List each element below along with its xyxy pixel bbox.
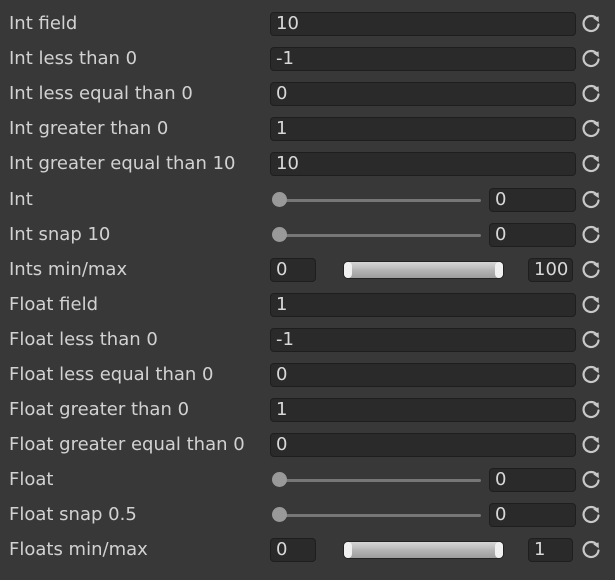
property-row: Int greater than 0 1 [0, 111, 615, 146]
slider-thumb[interactable] [272, 192, 287, 207]
reset-icon-glyph [582, 84, 600, 103]
reset-icon[interactable] [580, 13, 602, 35]
property-label: Float greater equal than 0 [9, 434, 245, 455]
max-value-field[interactable]: 100 [528, 258, 573, 282]
value-field[interactable]: 0 [270, 363, 576, 387]
property-row: Floats min/max 0 1 [0, 532, 615, 567]
reset-icon-glyph [582, 435, 600, 454]
slider-value-field[interactable]: 0 [489, 503, 576, 527]
value-field[interactable]: 1 [270, 117, 576, 141]
property-label: Float field [9, 294, 99, 315]
reset-icon-glyph [582, 154, 600, 173]
property-row: Int greater equal than 10 10 [0, 146, 615, 181]
value-field[interactable]: -1 [270, 328, 576, 352]
slider-track[interactable] [280, 479, 481, 482]
min-value-field[interactable]: 0 [270, 538, 316, 562]
reset-icon[interactable] [580, 189, 602, 211]
reset-icon-glyph [582, 330, 600, 349]
reset-icon-glyph [582, 295, 600, 314]
property-label: Int less than 0 [9, 48, 138, 69]
reset-icon[interactable] [580, 539, 602, 561]
minmax-slider-bar[interactable] [343, 541, 504, 559]
property-label: Floats min/max [9, 539, 148, 560]
property-label: Float less equal than 0 [9, 364, 214, 385]
reset-icon-glyph [582, 365, 600, 384]
property-label: Ints min/max [9, 259, 128, 280]
min-value-field[interactable]: 0 [270, 258, 316, 282]
reset-icon-glyph [582, 260, 600, 279]
reset-icon[interactable] [580, 294, 602, 316]
reset-icon-glyph [582, 225, 600, 244]
value-field[interactable]: 10 [270, 12, 576, 36]
max-handle[interactable] [495, 542, 503, 558]
reset-icon[interactable] [580, 434, 602, 456]
value-field[interactable]: 0 [270, 433, 576, 457]
minmax-slider-bar[interactable] [343, 261, 504, 279]
property-row: Float greater than 0 1 [0, 392, 615, 427]
property-row: Int snap 10 0 [0, 217, 615, 252]
slider-track[interactable] [280, 199, 481, 202]
reset-icon[interactable] [580, 224, 602, 246]
property-row: Int 0 [0, 182, 615, 217]
property-row: Int less than 0 -1 [0, 41, 615, 76]
property-label: Int [9, 189, 33, 210]
slider-value-field[interactable]: 0 [489, 468, 576, 492]
property-label: Int snap 10 [9, 224, 111, 245]
reset-icon[interactable] [580, 469, 602, 491]
value-field[interactable]: 10 [270, 152, 576, 176]
property-label: Float snap 0.5 [9, 504, 137, 525]
value-field[interactable]: -1 [270, 47, 576, 71]
property-label: Int greater equal than 10 [9, 153, 236, 174]
reset-icon[interactable] [580, 329, 602, 351]
slider-value-field[interactable]: 0 [489, 223, 576, 247]
reset-icon-glyph [582, 470, 600, 489]
property-label: Float [9, 469, 54, 490]
reset-icon[interactable] [580, 504, 602, 526]
property-row: Float snap 0.5 0 [0, 497, 615, 532]
reset-icon[interactable] [580, 399, 602, 421]
reset-icon[interactable] [580, 118, 602, 140]
property-row: Int less equal than 0 0 [0, 76, 615, 111]
min-handle[interactable] [344, 262, 352, 278]
slider-thumb[interactable] [272, 472, 287, 487]
reset-icon-glyph [582, 119, 600, 138]
property-row: Float less than 0 -1 [0, 322, 615, 357]
value-field[interactable]: 1 [270, 398, 576, 422]
min-handle[interactable] [344, 542, 352, 558]
value-field[interactable]: 1 [270, 293, 576, 317]
property-label: Float less than 0 [9, 329, 158, 350]
reset-icon-glyph [582, 14, 600, 33]
reset-icon-glyph [582, 190, 600, 209]
property-label: Int less equal than 0 [9, 83, 193, 104]
reset-icon[interactable] [580, 153, 602, 175]
reset-icon-glyph [582, 540, 600, 559]
property-label: Int greater than 0 [9, 118, 169, 139]
property-row: Float less equal than 0 0 [0, 357, 615, 392]
value-field[interactable]: 0 [270, 82, 576, 106]
property-label: Int field [9, 13, 78, 34]
property-row: Float 0 [0, 462, 615, 497]
reset-icon[interactable] [580, 364, 602, 386]
reset-icon[interactable] [580, 83, 602, 105]
slider-track[interactable] [280, 514, 481, 517]
property-row: Ints min/max 0 100 [0, 252, 615, 287]
property-row: Float field 1 [0, 287, 615, 322]
reset-icon-glyph [582, 49, 600, 68]
reset-icon-glyph [582, 505, 600, 524]
max-handle[interactable] [495, 262, 503, 278]
reset-icon-glyph [582, 400, 600, 419]
slider-track[interactable] [280, 234, 481, 237]
property-row: Int field 10 [0, 6, 615, 41]
reset-icon[interactable] [580, 48, 602, 70]
reset-icon[interactable] [580, 259, 602, 281]
slider-thumb[interactable] [272, 227, 287, 242]
property-label: Float greater than 0 [9, 399, 190, 420]
slider-thumb[interactable] [272, 507, 287, 522]
property-row: Float greater equal than 0 0 [0, 427, 615, 462]
max-value-field[interactable]: 1 [528, 538, 573, 562]
slider-value-field[interactable]: 0 [489, 188, 576, 212]
